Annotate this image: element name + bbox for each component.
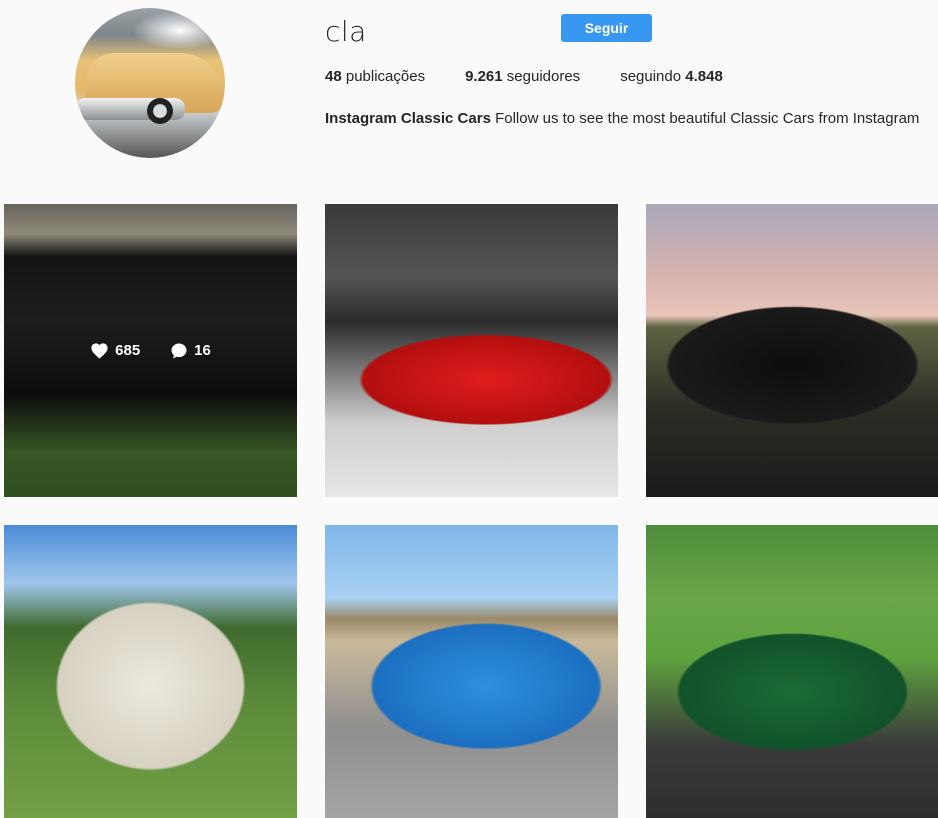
post-hover-overlay: 685 16 bbox=[4, 204, 297, 497]
bio-text: Follow us to see the most beautiful Clas… bbox=[495, 110, 920, 127]
post-thumbnail[interactable] bbox=[4, 525, 297, 818]
likes-count: 685 bbox=[115, 342, 141, 359]
bio-name: Instagram Classic Cars bbox=[325, 110, 491, 127]
comments-stat: 16 bbox=[170, 342, 211, 360]
posts-label: publicações bbox=[345, 68, 426, 85]
followers-count: 9.261 bbox=[465, 68, 503, 85]
follow-button[interactable]: Seguir bbox=[561, 14, 652, 42]
comments-count: 16 bbox=[194, 342, 211, 359]
posts-count: 48 bbox=[325, 68, 342, 85]
comment-bubble-icon bbox=[171, 343, 187, 358]
following-label: seguindo bbox=[620, 68, 682, 85]
profile-bio: Instagram Classic Cars Follow us to see … bbox=[325, 110, 919, 127]
post-thumbnail[interactable] bbox=[325, 204, 618, 497]
likes-stat: 685 bbox=[90, 342, 140, 359]
stat-posts: 48 publicações bbox=[325, 68, 425, 85]
profile-avatar[interactable] bbox=[75, 8, 225, 158]
followers-label: seguidores bbox=[506, 68, 581, 85]
following-count: 4.848 bbox=[685, 68, 723, 85]
stat-followers[interactable]: 9.261 seguidores bbox=[465, 68, 580, 85]
profile-username: cla bbox=[325, 15, 367, 48]
heart-icon bbox=[91, 343, 108, 359]
post-thumbnail[interactable] bbox=[325, 525, 618, 818]
stat-following[interactable]: seguindo 4.848 bbox=[620, 68, 723, 85]
profile-stats: 48 publicações 9.261 seguidores seguindo… bbox=[325, 68, 763, 85]
post-thumbnail[interactable]: 685 16 bbox=[4, 204, 297, 497]
post-thumbnail[interactable] bbox=[646, 204, 938, 497]
post-thumbnail[interactable] bbox=[646, 525, 938, 818]
avatar-car-wheel bbox=[147, 98, 173, 124]
